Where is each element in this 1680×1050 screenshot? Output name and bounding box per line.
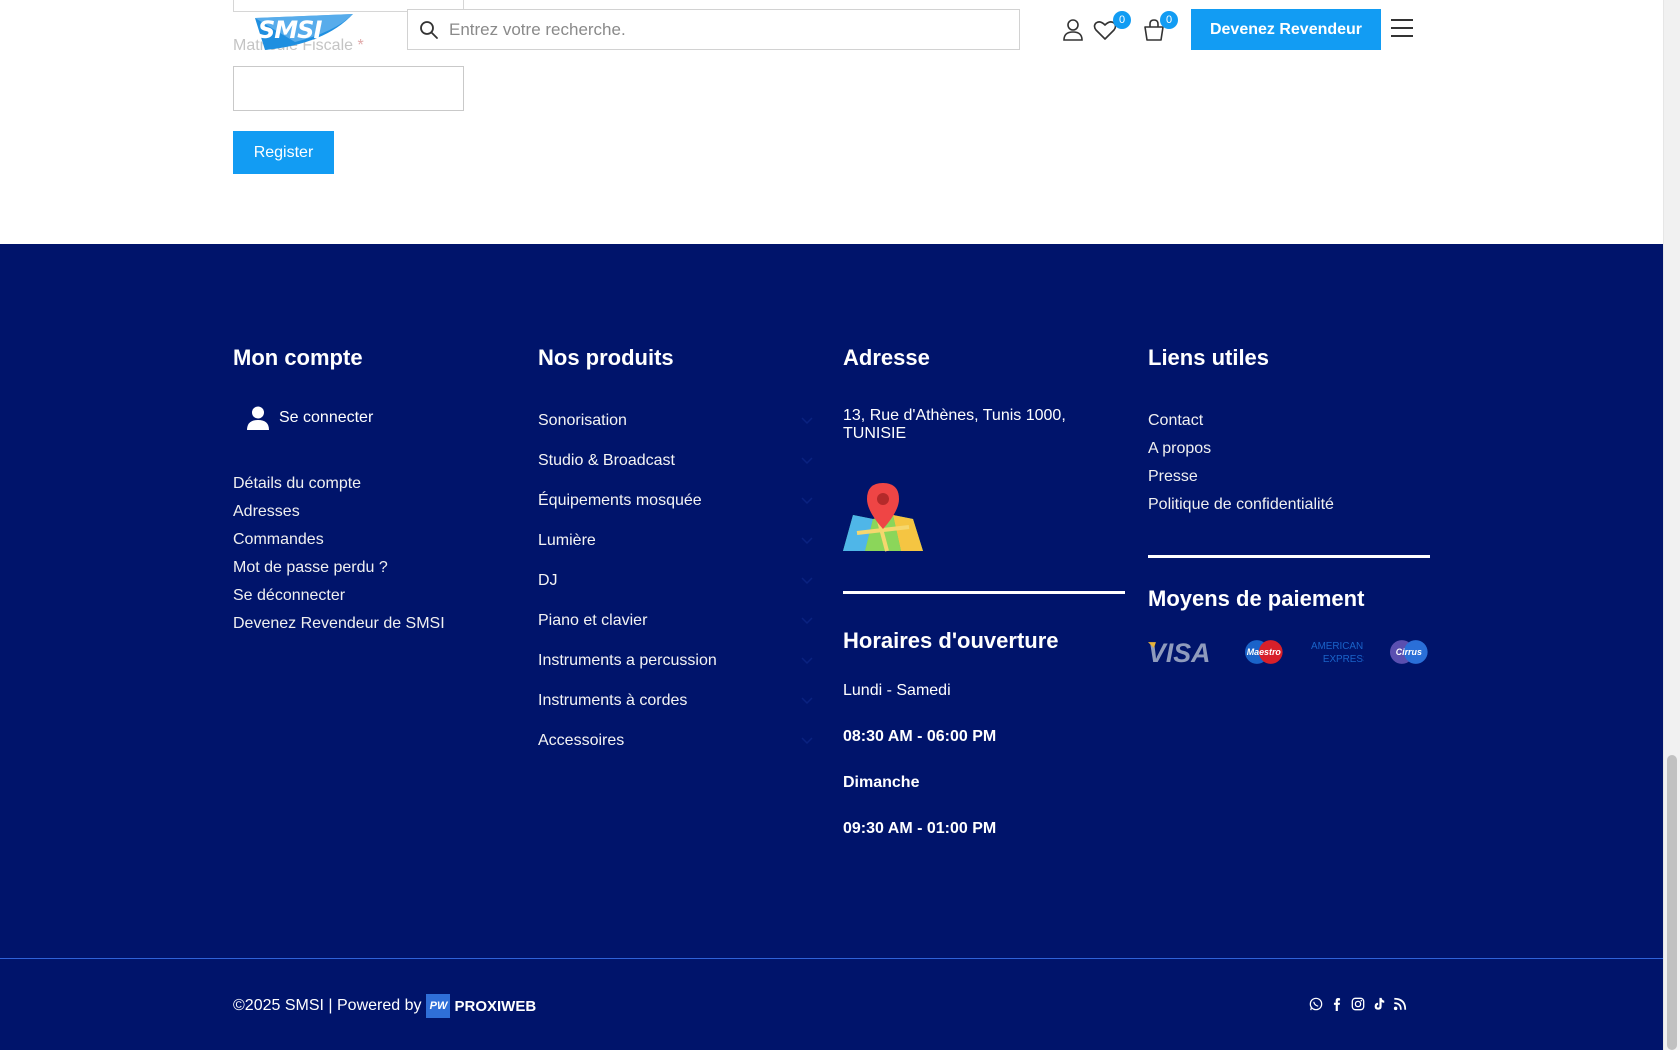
login-label: Se connecter <box>279 409 374 426</box>
chevron-down-icon[interactable] <box>801 617 813 625</box>
maestro-logo-icon: Maestro <box>1245 640 1283 664</box>
account-links: Détails du compte Adresses Commandes Mot… <box>233 470 503 638</box>
social-links <box>1309 996 1407 1012</box>
useful-link[interactable]: Presse <box>1148 463 1430 491</box>
product-category-item[interactable]: DJ <box>538 561 813 601</box>
cart-count-badge: 0 <box>1160 11 1178 29</box>
useful-link[interactable]: Politique de confidentialité <box>1148 491 1430 519</box>
account-link[interactable]: Adresses <box>233 498 503 526</box>
products-column: Nos produits Sonorisation Studio & Broad… <box>538 345 813 761</box>
visa-logo-icon: VISA <box>1148 638 1210 666</box>
search-input[interactable] <box>449 19 1019 40</box>
copyright: ©2025 SMSI | Powered by PW PROXIWEB <box>233 994 536 1018</box>
rss-icon[interactable] <box>1393 996 1407 1012</box>
register-button[interactable]: Register <box>233 131 334 174</box>
account-link[interactable]: Détails du compte <box>233 470 503 498</box>
proxiweb-mark: PW <box>426 994 451 1018</box>
opening-hours: Lundi - Samedi 08:30 AM - 06:00 PM Diman… <box>843 682 1125 838</box>
account-link[interactable]: Mot de passe perdu ? <box>233 554 503 582</box>
cirrus-logo-icon: Cirrus <box>1390 640 1429 664</box>
sunday-label: Dimanche <box>843 774 920 791</box>
product-category-list: Sonorisation Studio & Broadcast Équipeme… <box>538 401 813 761</box>
search-icon[interactable] <box>419 20 439 40</box>
product-category-item[interactable]: Accessoires <box>538 721 813 761</box>
address-divider <box>843 591 1125 594</box>
address-column: Adresse 13, Rue d'Athènes, Tunis 1000, T… <box>843 345 1125 838</box>
account-link[interactable]: Se déconnecter <box>233 582 503 610</box>
chevron-down-icon[interactable] <box>801 537 813 545</box>
logo-text: SMSI <box>258 16 322 44</box>
useful-links: Contact A propos Presse Politique de con… <box>1148 407 1430 519</box>
weekday-label: Lundi - Samedi <box>843 682 951 699</box>
search-bar[interactable] <box>407 9 1020 50</box>
scrollbar-thumb[interactable] <box>1667 755 1677 1050</box>
chevron-down-icon[interactable] <box>801 417 813 425</box>
copyright-text: ©2025 SMSI | Powered by <box>233 997 422 1014</box>
site-footer: Mon compte Se connecter Détails du compt… <box>0 244 1663 1050</box>
login-link[interactable]: Se connecter <box>247 406 503 430</box>
wishlist-count-badge: 0 <box>1113 11 1131 29</box>
payment-title: Moyens de paiement <box>1148 586 1365 611</box>
smsi-logo[interactable]: SMSI <box>255 14 353 50</box>
weekday-hours: 08:30 AM - 06:00 PM <box>843 728 997 745</box>
chevron-down-icon[interactable] <box>801 577 813 585</box>
user-icon[interactable] <box>1060 17 1086 43</box>
useful-link[interactable]: Contact <box>1148 407 1430 435</box>
map-pin-icon <box>843 483 923 552</box>
instagram-icon[interactable] <box>1351 996 1365 1012</box>
svg-text:VISA: VISA <box>1148 638 1210 666</box>
address-text: 13, Rue d'Athènes, Tunis 1000, TUNISIE <box>843 407 1066 442</box>
footer-bottom-divider <box>0 958 1663 959</box>
opening-hours-title: Horaires d'ouverture <box>843 628 1059 653</box>
tax-id-input[interactable] <box>233 66 464 111</box>
proxiweb-name: PROXIWEB <box>454 997 537 1015</box>
proxiweb-logo[interactable]: PW PROXIWEB <box>426 994 536 1018</box>
tiktok-icon[interactable] <box>1372 996 1386 1012</box>
product-category-item[interactable]: Piano et clavier <box>538 601 813 641</box>
become-reseller-button[interactable]: Devenez Revendeur <box>1191 9 1381 50</box>
product-category-item[interactable]: Lumière <box>538 521 813 561</box>
svg-text:Cirrus: Cirrus <box>1396 647 1422 657</box>
useful-link[interactable]: A propos <box>1148 435 1430 463</box>
useful-links-column: Liens utiles Contact A propos Presse Pol… <box>1148 345 1430 666</box>
payment-methods: VISA Maestro AMERICAN EXPRESS Cirrus <box>1148 638 1430 666</box>
person-icon <box>247 406 269 430</box>
amex-logo-icon: AMERICAN EXPRESS <box>1311 641 1365 665</box>
hamburger-menu-icon[interactable] <box>1390 17 1414 39</box>
product-category-item[interactable]: Instruments a percussion <box>538 641 813 681</box>
useful-divider <box>1148 555 1430 558</box>
account-link[interactable]: Devenez Revendeur de SMSI <box>233 610 503 638</box>
account-title: Mon compte <box>233 345 363 370</box>
chevron-down-icon[interactable] <box>801 497 813 505</box>
address-title: Adresse <box>843 345 930 370</box>
useful-links-title: Liens utiles <box>1148 345 1270 370</box>
svg-text:EXPRESS: EXPRESS <box>1323 654 1365 665</box>
svg-text:AMERICAN: AMERICAN <box>1311 641 1363 652</box>
sunday-hours: 09:30 AM - 01:00 PM <box>843 820 997 837</box>
svg-text:Maestro: Maestro <box>1247 647 1282 657</box>
product-category-item[interactable]: Studio & Broadcast <box>538 441 813 481</box>
page-scrollbar[interactable] <box>1663 0 1680 1050</box>
account-column: Mon compte Se connecter Détails du compt… <box>233 345 503 638</box>
chevron-down-icon[interactable] <box>801 697 813 705</box>
chevron-down-icon[interactable] <box>801 457 813 465</box>
whatsapp-icon[interactable] <box>1309 996 1323 1012</box>
facebook-icon[interactable] <box>1330 996 1344 1012</box>
products-title: Nos produits <box>538 345 674 370</box>
product-category-item[interactable]: Sonorisation <box>538 401 813 441</box>
chevron-down-icon[interactable] <box>801 737 813 745</box>
product-category-item[interactable]: Instruments à cordes <box>538 681 813 721</box>
chevron-down-icon[interactable] <box>801 657 813 665</box>
product-category-item[interactable]: Équipements mosquée <box>538 481 813 521</box>
account-link[interactable]: Commandes <box>233 526 503 554</box>
